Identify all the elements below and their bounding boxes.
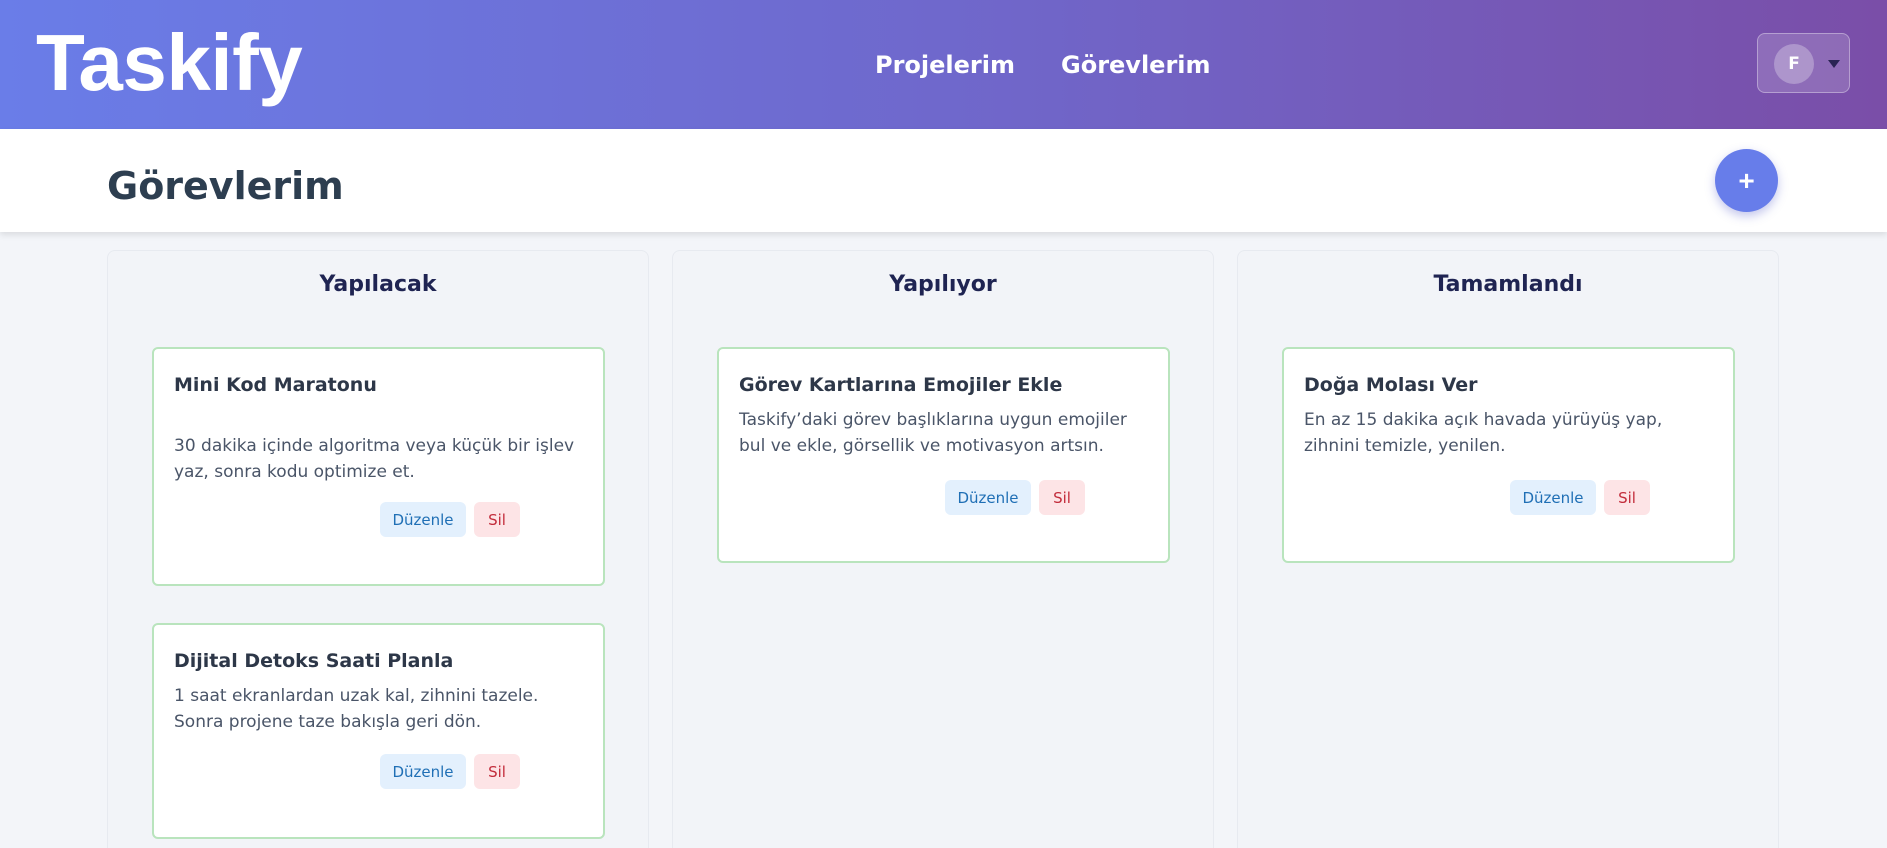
task-description: En az 15 dakika açık havada yürüyüş yap,… [1304, 410, 1663, 456]
nav-link-tasks[interactable]: Görevlerim [1061, 48, 1211, 82]
avatar: F [1774, 44, 1814, 84]
task-title: Dijital Detoks Saati Planla [174, 650, 454, 672]
task-card[interactable]: Mini Kod Maratonu 30 dakika içinde algor… [152, 347, 605, 586]
user-menu-button[interactable]: F [1757, 33, 1850, 93]
task-card[interactable]: Görev Kartlarına Emojiler Ekle Taskify’d… [717, 347, 1170, 563]
delete-button[interactable]: Sil [1604, 480, 1650, 515]
edit-button[interactable]: Düzenle [945, 480, 1031, 515]
task-title: Doğa Molası Ver [1304, 374, 1478, 396]
edit-button[interactable]: Düzenle [380, 502, 466, 537]
page-header: Görevlerim + [0, 129, 1887, 232]
app-logo[interactable]: Taskify [36, 14, 303, 112]
task-title: Görev Kartlarına Emojiler Ekle [739, 374, 1063, 396]
column-title: Yapılıyor [889, 272, 997, 297]
edit-button[interactable]: Düzenle [1510, 480, 1596, 515]
task-description: 1 saat ekranlardan uzak kal, zihnini taz… [174, 686, 539, 732]
delete-button[interactable]: Sil [1039, 480, 1085, 515]
column-title: Tamamlandı [1433, 272, 1583, 297]
column-in-progress: Yapılıyor Görev Kartlarına Emojiler Ekle… [672, 250, 1214, 848]
task-description: 30 dakika içinde algoritma veya küçük bi… [174, 436, 575, 482]
column-todo: Yapılacak Mini Kod Maratonu 30 dakika iç… [107, 250, 649, 848]
page-title: Görevlerim [107, 164, 344, 208]
delete-button[interactable]: Sil [474, 502, 520, 537]
caret-down-icon [1828, 60, 1840, 68]
edit-button[interactable]: Düzenle [380, 754, 466, 789]
add-task-button[interactable]: + [1715, 149, 1778, 212]
task-card[interactable]: Dijital Detoks Saati Planla 1 saat ekran… [152, 623, 605, 839]
delete-button[interactable]: Sil [474, 754, 520, 789]
nav-link-projects[interactable]: Projelerim [875, 48, 1015, 82]
task-title: Mini Kod Maratonu [174, 374, 377, 396]
task-description: Taskify’daki görev başlıklarına uygun em… [739, 410, 1127, 456]
column-done: Tamamlandı Doğa Molası Ver En az 15 daki… [1237, 250, 1779, 848]
top-navbar: Taskify Projelerim Görevlerim F [0, 0, 1887, 129]
task-card[interactable]: Doğa Molası Ver En az 15 dakika açık hav… [1282, 347, 1735, 563]
column-title: Yapılacak [319, 272, 437, 297]
